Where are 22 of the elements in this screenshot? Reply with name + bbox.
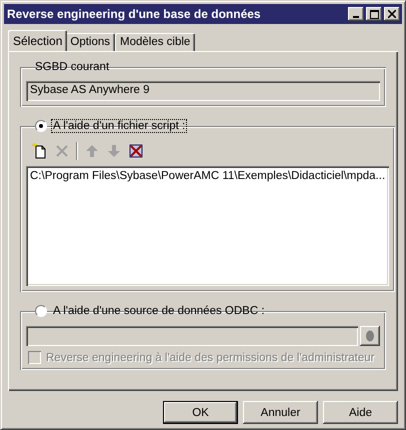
close-icon	[388, 10, 396, 18]
dialog-button[interactable]: OK	[163, 401, 238, 424]
dialog-button[interactable]: Annuler	[243, 401, 318, 424]
database-icon	[365, 330, 375, 342]
tab[interactable]: Sélection	[8, 30, 68, 51]
minimize-button[interactable]	[348, 7, 364, 21]
dbms-field[interactable]: Sybase AS Anywhere 9	[26, 81, 380, 101]
close-button[interactable]	[384, 7, 400, 21]
new-file-icon[interactable]	[32, 143, 48, 159]
tab[interactable]: Options	[65, 33, 116, 51]
dialog-button[interactable]: Aide	[323, 401, 398, 424]
clear-list-icon[interactable]	[128, 143, 144, 159]
file-list[interactable]: C:\Program Files\Sybase\PowerAMC 11\Exemples\Didacticiel\mpda...	[26, 166, 390, 286]
maximize-icon	[370, 10, 378, 18]
tab[interactable]: Modèles cible	[115, 33, 196, 51]
radio-button[interactable]	[35, 120, 47, 132]
window-title: Reverse engineering d'une base de données	[7, 7, 262, 21]
list-item[interactable]: C:\Program Files\Sybase\PowerAMC 11\Exemples\Didacticiel\mpda...	[30, 170, 386, 182]
group-title: SGBD courant	[34, 61, 110, 73]
radio-label[interactable]: A l'aide d'un fichier script :	[51, 119, 188, 133]
maximize-button[interactable]	[366, 7, 382, 21]
browse-button[interactable]	[360, 326, 380, 346]
